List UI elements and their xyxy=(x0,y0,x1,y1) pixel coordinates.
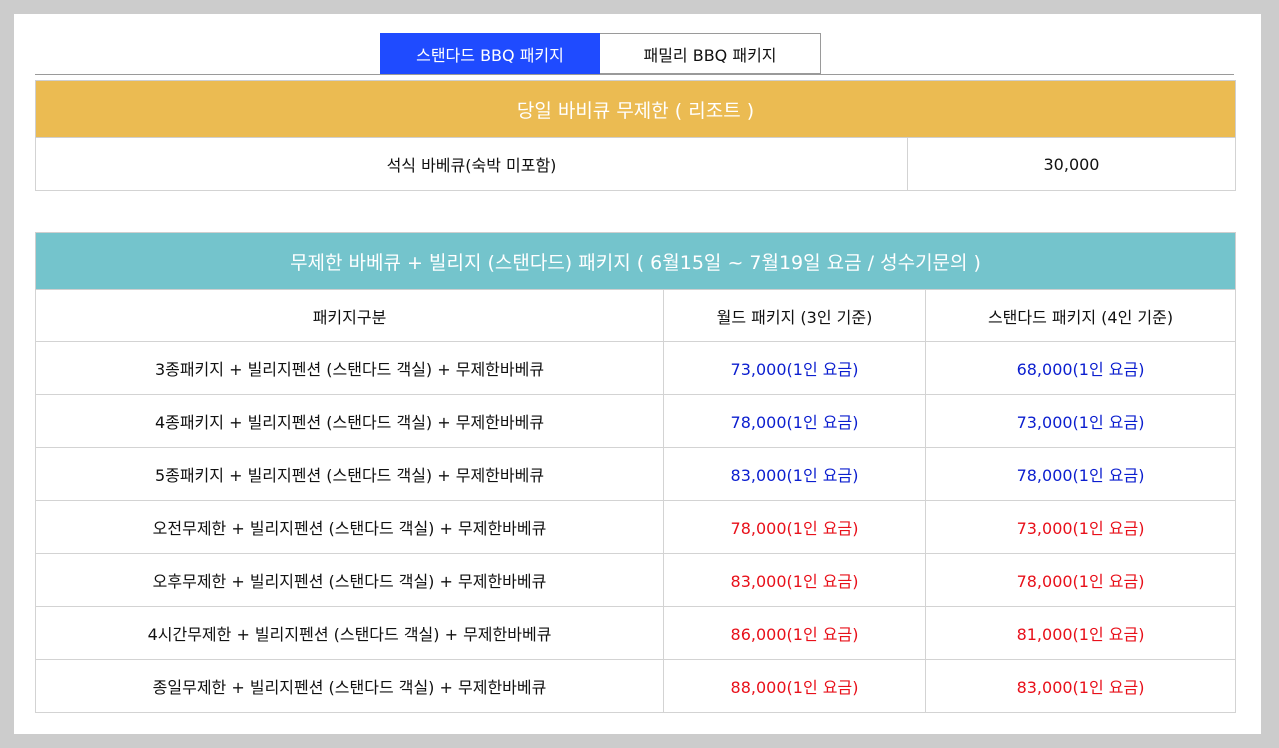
standard-price: 68,000(1인 요금) xyxy=(924,341,1237,395)
package-name: 종일무제한 + 빌리지펜션 (스탠다드 객실) + 무제한바베큐 xyxy=(35,659,664,713)
tab-standard-bbq-package[interactable]: 스탠다드 BBQ 패키지 xyxy=(380,33,600,74)
same-day-bbq-title: 당일 바비큐 무제한 ( 리조트 ) xyxy=(35,80,1236,138)
world-price: 88,000(1인 요금) xyxy=(663,659,926,713)
package-name: 오후무제한 + 빌리지펜션 (스탠다드 객실) + 무제한바베큐 xyxy=(35,553,664,607)
standard-price: 78,000(1인 요금) xyxy=(924,553,1237,607)
item-name: 석식 바베큐(숙박 미포함) xyxy=(35,137,908,191)
world-price: 73,000(1인 요금) xyxy=(663,341,926,395)
table-row: 4시간무제한 + 빌리지펜션 (스탠다드 객실) + 무제한바베큐 86,000… xyxy=(35,606,1237,660)
content-panel: 스탠다드 BBQ 패키지 패밀리 BBQ 패키지 당일 바비큐 무제한 ( 리조… xyxy=(14,14,1261,734)
table-row: 5종패키지 + 빌리지펜션 (스탠다드 객실) + 무제한바베큐 83,000(… xyxy=(35,447,1237,501)
column-header-world: 월드 패키지 (3인 기준) xyxy=(663,289,926,342)
package-name: 4종패키지 + 빌리지펜션 (스탠다드 객실) + 무제한바베큐 xyxy=(35,394,664,448)
world-price: 78,000(1인 요금) xyxy=(663,394,926,448)
world-price: 83,000(1인 요금) xyxy=(663,447,926,501)
world-price: 78,000(1인 요금) xyxy=(663,500,926,554)
item-price: 30,000 xyxy=(907,137,1236,191)
standard-price: 73,000(1인 요금) xyxy=(924,500,1237,554)
package-name: 5종패키지 + 빌리지펜션 (스탠다드 객실) + 무제한바베큐 xyxy=(35,447,664,501)
village-package-table: 무제한 바베큐 + 빌리지 (스탠다드) 패키지 ( 6월15일 ~ 7월19일… xyxy=(34,232,1237,713)
column-header-package: 패키지구분 xyxy=(35,289,664,342)
world-price: 83,000(1인 요금) xyxy=(663,553,926,607)
standard-price: 83,000(1인 요금) xyxy=(924,659,1237,713)
table-row: 3종패키지 + 빌리지펜션 (스탠다드 객실) + 무제한바베큐 73,000(… xyxy=(35,341,1237,395)
tab-family-bbq-package[interactable]: 패밀리 BBQ 패키지 xyxy=(600,33,821,74)
tab-divider xyxy=(35,74,1234,75)
standard-price: 81,000(1인 요금) xyxy=(924,606,1237,660)
table-row: 종일무제한 + 빌리지펜션 (스탠다드 객실) + 무제한바베큐 88,000(… xyxy=(35,659,1237,713)
table-row: 석식 바베큐(숙박 미포함) 30,000 xyxy=(35,137,1236,191)
standard-price: 78,000(1인 요금) xyxy=(924,447,1237,501)
standard-price: 73,000(1인 요금) xyxy=(924,394,1237,448)
world-price: 86,000(1인 요금) xyxy=(663,606,926,660)
table-row: 오후무제한 + 빌리지펜션 (스탠다드 객실) + 무제한바베큐 83,000(… xyxy=(35,553,1237,607)
package-name: 4시간무제한 + 빌리지펜션 (스탠다드 객실) + 무제한바베큐 xyxy=(35,606,664,660)
package-tabs: 스탠다드 BBQ 패키지 패밀리 BBQ 패키지 xyxy=(380,33,821,74)
same-day-bbq-table: 당일 바비큐 무제한 ( 리조트 ) 석식 바베큐(숙박 미포함) 30,000 xyxy=(35,80,1236,191)
package-name: 3종패키지 + 빌리지펜션 (스탠다드 객실) + 무제한바베큐 xyxy=(35,341,664,395)
package-name: 오전무제한 + 빌리지펜션 (스탠다드 객실) + 무제한바베큐 xyxy=(35,500,664,554)
table-row: 오전무제한 + 빌리지펜션 (스탠다드 객실) + 무제한바베큐 78,000(… xyxy=(35,500,1237,554)
village-package-title: 무제한 바베큐 + 빌리지 (스탠다드) 패키지 ( 6월15일 ~ 7월19일… xyxy=(34,232,1237,290)
table-row: 4종패키지 + 빌리지펜션 (스탠다드 객실) + 무제한바베큐 78,000(… xyxy=(35,394,1237,448)
column-header-standard: 스탠다드 패키지 (4인 기준) xyxy=(924,289,1237,342)
table-header-row: 패키지구분 월드 패키지 (3인 기준) 스탠다드 패키지 (4인 기준) xyxy=(35,289,1237,342)
